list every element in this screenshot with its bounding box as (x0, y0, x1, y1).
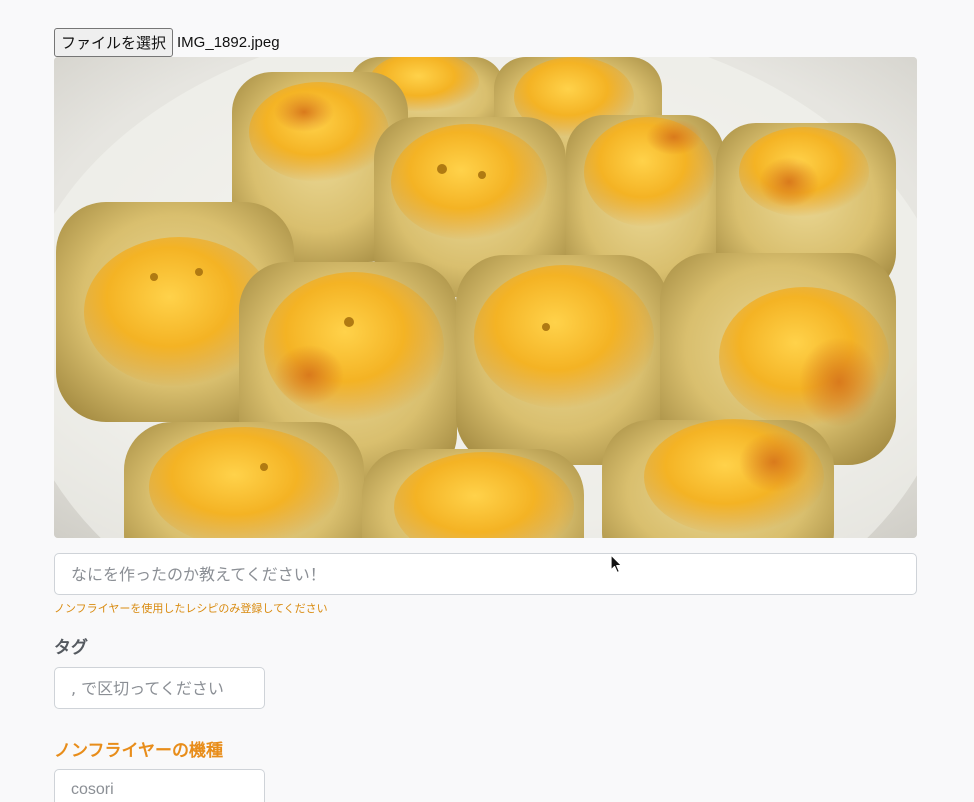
fryer-model-input[interactable] (54, 769, 265, 802)
selected-file-name: IMG_1892.jpeg (177, 33, 280, 51)
recipe-form-page: ファイルを選択 IMG_1892.jpeg なにを作ったのか教えてください！ ノ… (0, 0, 974, 802)
file-picker: ファイルを選択 IMG_1892.jpeg (54, 27, 280, 57)
fryer-model-label: ノンフライヤーの機種 (54, 741, 223, 761)
uploaded-photo-preview (54, 57, 917, 538)
choose-file-button[interactable]: ファイルを選択 (54, 27, 174, 57)
fryer-only-notice: ノンフライヤーを使用したレシピのみ登録してください (54, 602, 328, 615)
recipe-title-input[interactable] (54, 553, 917, 595)
mouse-pointer-icon (610, 554, 624, 578)
food-photo-image (54, 57, 917, 538)
tags-label: タグ (54, 638, 88, 658)
tags-input[interactable] (54, 667, 265, 709)
